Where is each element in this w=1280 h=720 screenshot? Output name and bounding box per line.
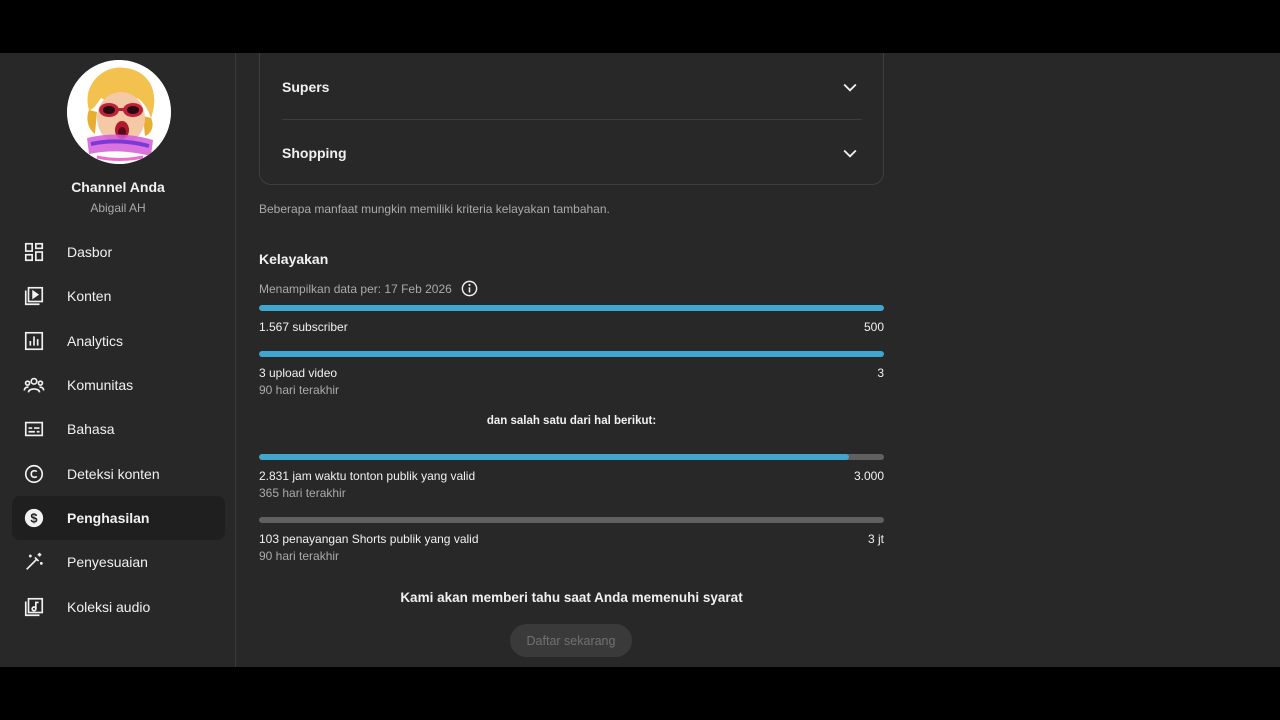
requirement-watch-hours: 2.831 jam waktu tonton publik yang valid…: [259, 454, 884, 500]
channel-avatar[interactable]: [67, 60, 171, 164]
main-content: Supers Shopping Beberapa manfaat mungkin…: [237, 53, 1280, 667]
sidebar-item-label: Deteksi konten: [67, 465, 160, 482]
sidebar-item-label: Koleksi audio: [67, 598, 151, 615]
notify-message: Kami akan memberi tahu saat Anda memenuh…: [400, 590, 743, 605]
requirement-target: 3: [877, 366, 884, 380]
content-icon: [22, 284, 46, 308]
benefits-card: Supers Shopping: [259, 53, 884, 185]
requirement-subscribers: 1.567 subscriber 500: [259, 305, 884, 334]
info-icon[interactable]: [460, 279, 479, 298]
progress-track: [259, 454, 884, 460]
progress-track: [259, 351, 884, 357]
accordion-shopping[interactable]: Shopping: [282, 120, 862, 185]
sidebar-item-komunitas[interactable]: Komunitas: [12, 363, 225, 407]
sidebar-item-koleksi-audio[interactable]: Koleksi audio: [12, 584, 225, 628]
data-date-text: Menampilkan data per: 17 Feb 2026: [259, 281, 452, 296]
sidebar-item-label: Bahasa: [67, 421, 115, 438]
progress-bar: [259, 305, 884, 311]
accordion-supers[interactable]: Supers: [282, 54, 862, 119]
chevron-down-icon[interactable]: [840, 77, 860, 97]
progress-track: [259, 305, 884, 311]
accordion-label: Supers: [282, 78, 330, 95]
svg-text:$: $: [30, 511, 37, 526]
community-icon: [22, 373, 46, 397]
analytics-icon: [22, 329, 46, 353]
progress-bar: [259, 454, 849, 460]
requirement-period: 90 hari terakhir: [259, 383, 340, 397]
magic-wand-icon: [22, 550, 46, 574]
sidebar-item-dasbor[interactable]: Dasbor: [12, 230, 225, 274]
apply-now-button[interactable]: Daftar sekarang: [510, 624, 632, 657]
sidebar-item-bahasa[interactable]: Bahasa: [12, 407, 225, 451]
requirement-label: 1.567 subscriber: [259, 320, 348, 334]
sidebar-item-label: Konten: [67, 288, 112, 305]
requirement-period: 90 hari terakhir: [259, 549, 340, 563]
chevron-down-icon[interactable]: [840, 143, 860, 163]
progress-track: [259, 517, 884, 523]
studio-window: Channel Anda Abigail AH Dasbor Konten An…: [0, 53, 1280, 667]
sidebar-item-label: Analytics: [67, 332, 124, 349]
or-text: dan salah satu dari hal berikut:: [486, 415, 657, 427]
channel-name: Abigail AH: [90, 201, 146, 215]
requirement-shorts-views: 103 penayangan Shorts publik yang valid …: [259, 517, 884, 563]
sidebar-nav: Dasbor Konten Analytics Komunitas Bahasa…: [12, 230, 225, 629]
requirement-target: 500: [863, 320, 884, 334]
sidebar-item-label: Penyesuaian: [67, 554, 148, 571]
requirement-label: 3 upload video: [259, 366, 338, 380]
sidebar-item-label: Komunitas: [67, 377, 134, 394]
eligibility-note: Beberapa manfaat mungkin memiliki kriter…: [259, 202, 610, 216]
audio-library-icon: [22, 595, 46, 619]
dashboard-icon: [22, 240, 46, 264]
sidebar: Channel Anda Abigail AH Dasbor Konten An…: [0, 53, 236, 667]
requirement-target: 3 jt: [867, 532, 884, 546]
sidebar-item-deteksi-konten[interactable]: Deteksi konten: [12, 451, 225, 495]
channel-title: Channel Anda: [71, 179, 165, 195]
subtitles-icon: [22, 417, 46, 441]
dollar-icon: $: [22, 506, 46, 530]
sidebar-item-analytics[interactable]: Analytics: [12, 319, 225, 363]
accordion-label: Shopping: [282, 144, 347, 161]
requirement-uploads: 3 upload video 3 90 hari terakhir: [259, 351, 884, 397]
data-date: Menampilkan data per: 17 Feb 2026: [259, 279, 479, 298]
sidebar-item-penyesuaian[interactable]: Penyesuaian: [12, 540, 225, 584]
eligibility-title: Kelayakan: [259, 251, 329, 267]
requirement-period: 365 hari terakhir: [259, 486, 346, 500]
requirement-label: 2.831 jam waktu tonton publik yang valid: [259, 469, 476, 483]
sidebar-item-label: Penghasilan: [67, 509, 150, 526]
copyright-icon: [22, 462, 46, 486]
requirement-target: 3.000: [853, 469, 884, 483]
sidebar-item-label: Dasbor: [67, 244, 113, 261]
sidebar-item-konten[interactable]: Konten: [12, 274, 225, 318]
requirement-label: 103 penayangan Shorts publik yang valid: [259, 532, 479, 546]
progress-bar: [259, 351, 884, 357]
sidebar-item-penghasilan[interactable]: $ Penghasilan: [12, 495, 225, 541]
